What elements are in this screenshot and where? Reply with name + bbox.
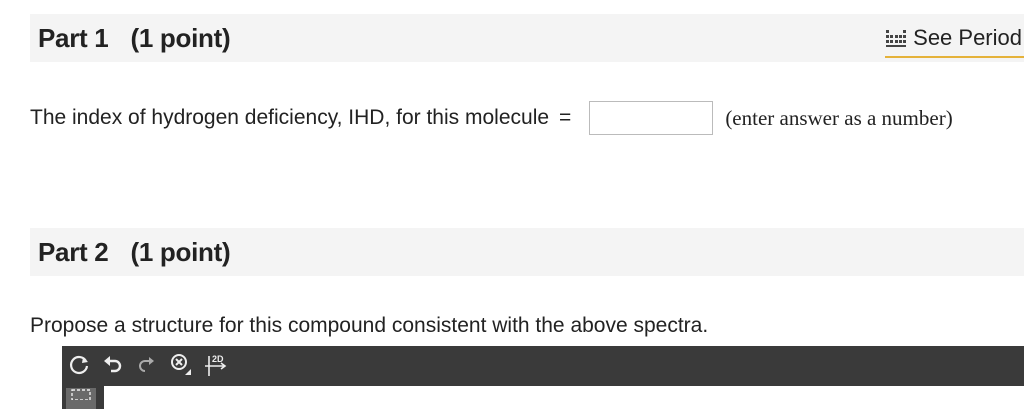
- equals-sign: =: [559, 106, 572, 129]
- periodic-link-label: See Period: [913, 25, 1022, 50]
- part2-points: (1 point): [130, 236, 231, 267]
- part2-header: Part 2 (1 point): [30, 228, 1024, 276]
- part1-header: Part 1 (1 point) See Period: [30, 14, 1024, 62]
- clean-2d-button[interactable]: 2D: [198, 348, 232, 382]
- ihd-answer-input[interactable]: [589, 101, 714, 135]
- ihd-question-text: The index of hydrogen deficiency, IHD, f…: [30, 106, 550, 129]
- editor-tool-panel: [62, 384, 104, 409]
- structure-editor: 2D: [62, 346, 1024, 409]
- redo-button[interactable]: [130, 348, 164, 382]
- redo-icon: [139, 357, 154, 372]
- periodic-table-link[interactable]: See Period: [885, 20, 1024, 58]
- selection-icon: [71, 389, 91, 400]
- zoom-clear-button[interactable]: [164, 348, 198, 382]
- answer-format-hint: (enter answer as a number): [725, 105, 953, 130]
- select-tool-button[interactable]: [66, 388, 96, 409]
- reset-button[interactable]: [62, 348, 96, 382]
- undo-icon: [104, 356, 122, 373]
- zoom-clear-icon: [171, 354, 191, 375]
- part1-title: Part 1: [38, 22, 109, 53]
- clean-2d-label: 2D: [212, 354, 224, 364]
- structure-prompt: Propose a structure for this compound co…: [30, 314, 709, 337]
- part1-points: (1 point): [130, 22, 231, 53]
- editor-canvas[interactable]: [104, 386, 1024, 409]
- undo-button[interactable]: [96, 348, 130, 382]
- editor-toolbar: 2D: [62, 346, 1024, 384]
- part2-title: Part 2: [38, 236, 109, 267]
- clean-2d-icon: 2D: [205, 354, 227, 376]
- reset-icon: [69, 355, 89, 375]
- ihd-question-row: The index of hydrogen deficiency, IHD, f…: [30, 100, 953, 136]
- periodic-table-icon: [886, 30, 907, 47]
